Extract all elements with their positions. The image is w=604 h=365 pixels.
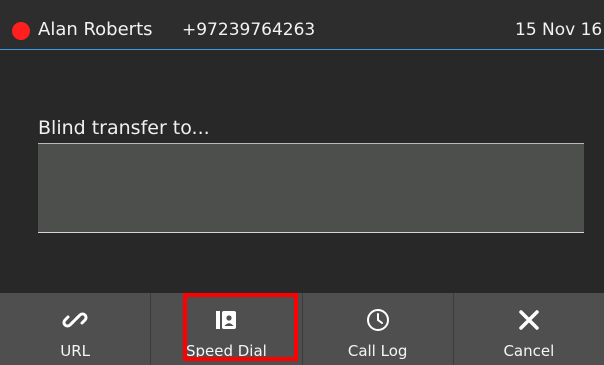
call-log-softkey[interactable]: Call Log bbox=[301, 293, 453, 365]
speed-dial-softkey-label: Speed Dial bbox=[185, 342, 267, 360]
close-icon bbox=[515, 306, 543, 334]
clock-icon bbox=[364, 306, 392, 334]
transfer-number-input[interactable] bbox=[38, 143, 584, 233]
caller-name: Alan Roberts bbox=[38, 19, 153, 40]
cancel-softkey[interactable]: Cancel bbox=[452, 293, 604, 365]
call-log-softkey-label: Call Log bbox=[347, 342, 408, 360]
call-header: Alan Roberts +97239764263 15 Nov 16:02 bbox=[0, 0, 604, 50]
url-softkey-label: URL bbox=[60, 342, 90, 360]
caller-number: +97239764263 bbox=[182, 20, 316, 40]
cancel-softkey-label: Cancel bbox=[503, 342, 555, 360]
call-status-indicator bbox=[12, 22, 30, 40]
softkey-bar: URL Speed Dial Call Log Cancel bbox=[0, 293, 604, 365]
speed-dial-icon bbox=[212, 306, 240, 334]
date-time: 15 Nov 16:02 bbox=[515, 20, 604, 40]
phone-screen: Alan Roberts +97239764263 15 Nov 16:02 B… bbox=[0, 0, 604, 365]
url-softkey[interactable]: URL bbox=[0, 293, 150, 365]
transfer-panel: Blind transfer to... bbox=[0, 50, 604, 293]
transfer-prompt: Blind transfer to... bbox=[38, 117, 210, 139]
speed-dial-softkey[interactable]: Speed Dial bbox=[150, 293, 301, 365]
link-icon bbox=[61, 306, 89, 334]
